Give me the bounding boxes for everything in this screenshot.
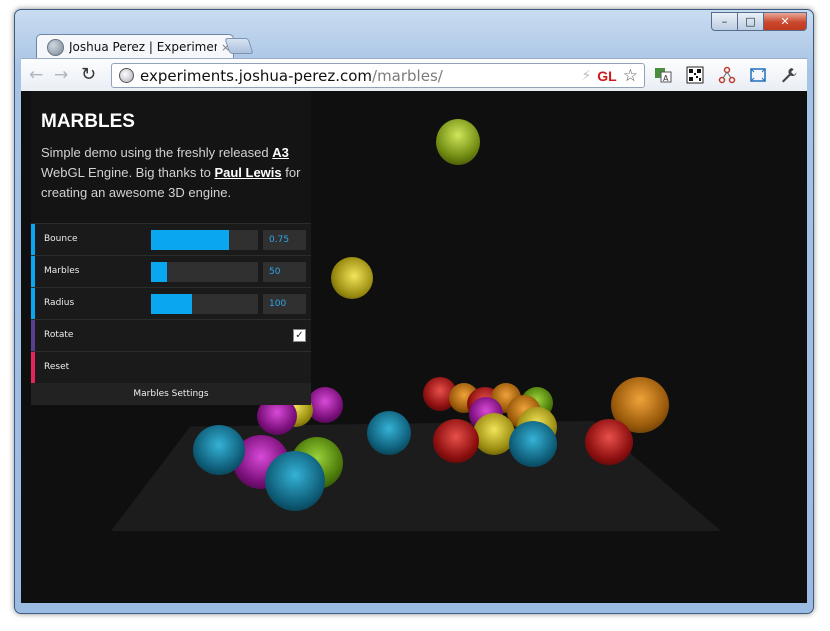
browser-toolbar: ← → ↻ experiments.joshua-perez.com/marbl… — [21, 58, 807, 91]
marbles-slider-fill — [151, 262, 168, 282]
control-stripe — [31, 320, 35, 351]
marble — [585, 419, 633, 465]
reset-label: Reset — [44, 362, 70, 372]
globe-favicon-icon — [47, 38, 64, 56]
marble — [331, 257, 373, 299]
bookmark-star-icon[interactable]: ☆ — [623, 66, 638, 86]
control-stripe — [31, 352, 35, 383]
marble — [367, 411, 411, 455]
forward-icon[interactable]: → — [54, 65, 68, 85]
control-stripe — [31, 224, 35, 255]
description-text: Simple demo using the freshly released — [41, 145, 273, 160]
marbles-slider[interactable] — [151, 262, 258, 282]
browser-window: – □ ✕ Joshua Perez | Experiments × ← → ↻… — [14, 9, 814, 614]
settings-toggle-button[interactable]: Marbles Settings — [31, 383, 311, 405]
browser-tab[interactable]: Joshua Perez | Experiments × — [36, 34, 234, 59]
address-bar[interactable]: experiments.joshua-perez.com/marbles/ ⚡ … — [111, 63, 645, 88]
minimize-button[interactable]: – — [711, 12, 738, 31]
close-button[interactable]: ✕ — [763, 12, 807, 31]
rotate-control[interactable]: Rotate ✓ — [31, 319, 311, 351]
radius-control: Radius 100 — [31, 287, 311, 319]
marbles-control: Marbles 50 — [31, 255, 311, 287]
marble — [509, 421, 557, 467]
back-icon[interactable]: ← — [29, 65, 43, 85]
marble — [436, 119, 480, 165]
new-tab-button[interactable] — [224, 38, 254, 54]
bounce-value-input[interactable]: 0.75 — [263, 230, 306, 250]
control-stripe — [31, 256, 35, 287]
qr-code-icon[interactable] — [685, 65, 705, 85]
webgl-badge[interactable]: GL — [597, 68, 616, 84]
reload-icon[interactable]: ↻ — [81, 64, 96, 85]
radius-slider[interactable] — [151, 294, 258, 314]
marbles-label: Marbles — [44, 266, 80, 276]
tab-title: Joshua Perez | Experiments — [69, 40, 217, 54]
radius-slider-fill — [151, 294, 192, 314]
wrench-icon[interactable] — [779, 65, 799, 85]
description-text: WebGL Engine. Big thanks to — [41, 165, 215, 180]
control-stripe — [31, 288, 35, 319]
radius-value-input[interactable]: 100 — [263, 294, 306, 314]
bounce-slider-fill — [151, 230, 230, 250]
bounce-control: Bounce 0.75 — [31, 223, 311, 255]
window-controls: – □ ✕ — [711, 12, 807, 31]
bounce-label: Bounce — [44, 234, 78, 244]
paul-lewis-link[interactable]: Paul Lewis — [214, 165, 281, 180]
description: Simple demo using the freshly released A… — [41, 143, 303, 203]
svg-text:A: A — [663, 74, 669, 83]
lightning-icon: ⚡ — [581, 68, 592, 84]
page-title: MARBLES — [41, 111, 135, 132]
url-host: experiments.joshua-perez.com — [140, 66, 373, 85]
marble — [265, 451, 325, 511]
rotate-label: Rotate — [44, 330, 74, 340]
marble — [433, 419, 479, 463]
fullscreen-icon[interactable] — [748, 65, 768, 85]
bounce-slider[interactable] — [151, 230, 258, 250]
rotate-checkbox[interactable]: ✓ — [293, 329, 306, 342]
webgl-canvas[interactable]: MARBLES Simple demo using the freshly re… — [21, 91, 807, 603]
marble — [193, 425, 245, 475]
maximize-button[interactable]: □ — [737, 12, 764, 31]
url-text[interactable]: experiments.joshua-perez.com/marbles/ — [140, 67, 443, 85]
reset-control[interactable]: Reset — [31, 351, 311, 383]
settings-panel: MARBLES Simple demo using the freshly re… — [31, 91, 311, 405]
globe-icon — [119, 68, 134, 83]
share-icon[interactable] — [717, 65, 737, 85]
url-path: /marbles/ — [372, 66, 443, 85]
translate-icon[interactable]: A — [653, 65, 673, 85]
radius-label: Radius — [44, 298, 75, 308]
a3-link[interactable]: A3 — [272, 145, 289, 160]
marbles-value-input[interactable]: 50 — [263, 262, 306, 282]
